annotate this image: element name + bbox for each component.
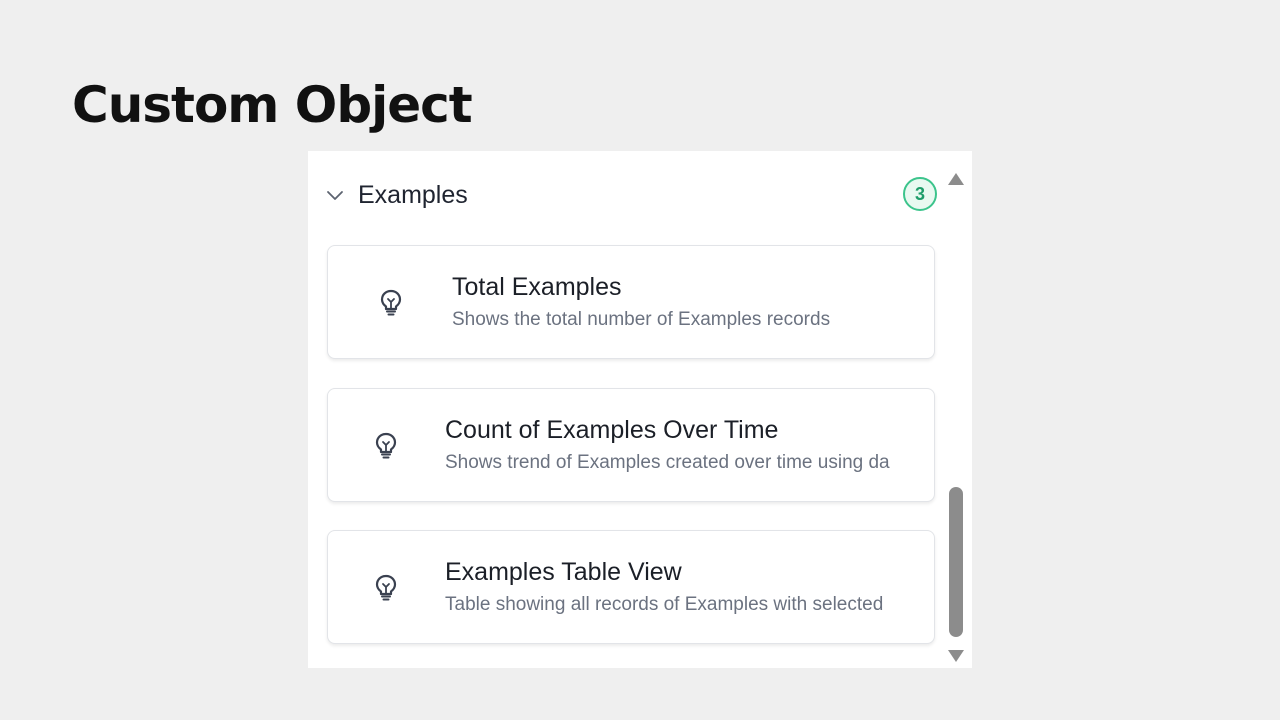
card-title: Examples Table View bbox=[445, 558, 682, 586]
card-text: Count of Examples Over Time Shows trend … bbox=[445, 413, 934, 477]
card-title: Count of Examples Over Time bbox=[445, 416, 779, 444]
lightbulb-icon bbox=[378, 288, 404, 318]
examples-section-toggle[interactable]: Examples bbox=[324, 175, 944, 215]
lightbulb-icon bbox=[373, 431, 399, 461]
card-description: Shows trend of Examples created over tim… bbox=[445, 452, 890, 473]
card-count-over-time[interactable]: Count of Examples Over Time Shows trend … bbox=[327, 388, 935, 502]
lightbulb-icon bbox=[373, 573, 399, 603]
triangle-up-icon[interactable] bbox=[946, 171, 966, 187]
vertical-scrollbar[interactable] bbox=[944, 167, 968, 667]
section-title: Examples bbox=[358, 180, 468, 209]
chevron-down-icon bbox=[324, 184, 346, 206]
count-badge: 3 bbox=[903, 177, 937, 211]
scrollbar-thumb[interactable] bbox=[949, 487, 963, 637]
card-text: Total Examples Shows the total number of… bbox=[452, 270, 934, 334]
card-table-view[interactable]: Examples Table View Table showing all re… bbox=[327, 530, 935, 644]
card-description: Shows the total number of Examples recor… bbox=[452, 309, 831, 330]
card-text: Examples Table View Table showing all re… bbox=[445, 555, 934, 619]
examples-panel: Examples 3 Total Examples Shows the tota… bbox=[308, 151, 972, 668]
card-total-examples[interactable]: Total Examples Shows the total number of… bbox=[327, 245, 935, 359]
triangle-down-icon[interactable] bbox=[946, 648, 966, 664]
card-title: Total Examples bbox=[452, 273, 622, 301]
card-description: Table showing all records of Examples wi… bbox=[445, 594, 884, 615]
page-title: Custom Object bbox=[72, 76, 473, 134]
